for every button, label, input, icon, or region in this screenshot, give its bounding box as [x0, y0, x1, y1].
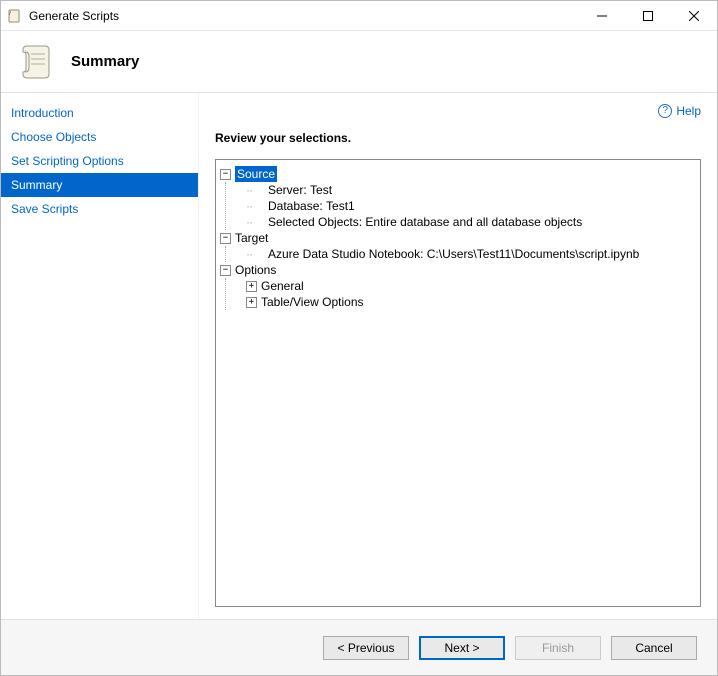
minimize-button[interactable] — [579, 1, 625, 30]
tree-node-general[interactable]: General — [261, 278, 304, 294]
sidebar-item-save-scripts[interactable]: Save Scripts — [1, 197, 198, 221]
tree-leaf-ads-key: Azure Data Studio Notebook — [268, 246, 427, 262]
sidebar-item-introduction[interactable]: Introduction — [1, 101, 198, 125]
tree-leaf-server-key: Server — [268, 182, 310, 198]
help-link[interactable]: Help — [676, 104, 701, 118]
finish-button: Finish — [515, 636, 601, 660]
tree-branch-icon — [246, 214, 268, 230]
tree-branch-icon — [246, 182, 268, 198]
page-title: Summary — [71, 53, 139, 70]
sidebar: Introduction Choose Objects Set Scriptin… — [1, 93, 199, 619]
collapse-icon[interactable]: − — [220, 169, 231, 180]
expand-icon[interactable]: + — [246, 281, 257, 292]
expand-icon[interactable]: + — [246, 297, 257, 308]
maximize-button[interactable] — [625, 1, 671, 30]
instruction-text: Review your selections. — [215, 131, 701, 145]
footer: < Previous Next > Finish Cancel — [1, 619, 717, 675]
sidebar-item-choose-objects[interactable]: Choose Objects — [1, 125, 198, 149]
body: Introduction Choose Objects Set Scriptin… — [1, 93, 717, 619]
script-icon — [17, 42, 57, 82]
window-buttons — [579, 1, 717, 30]
window-title: Generate Scripts — [29, 9, 579, 23]
help-icon: ? — [658, 104, 672, 118]
tree-leaf-database-key: Database — [268, 198, 326, 214]
app-icon — [7, 8, 23, 24]
collapse-icon[interactable]: − — [220, 265, 231, 276]
summary-tree: − Source Server Test Database — [215, 159, 701, 607]
tree-branch-icon — [246, 246, 268, 262]
tree-node-tableview[interactable]: Table/View Options — [261, 294, 364, 310]
tree-leaf-selobj-val: Entire database and all database objects — [365, 214, 582, 230]
tree-node-target[interactable]: Target — [235, 230, 268, 246]
titlebar: Generate Scripts — [1, 1, 717, 31]
tree-branch-icon — [246, 198, 268, 214]
tree-leaf-ads-val: C:\Users\Test11\Documents\script.ipynb — [427, 246, 640, 262]
help-row: ? Help — [215, 101, 701, 121]
tree-node-options[interactable]: Options — [235, 262, 276, 278]
tree-leaf-database-val: Test1 — [326, 198, 355, 214]
tree-leaf-selobj-key: Selected Objects — [268, 214, 365, 230]
next-button[interactable]: Next > — [419, 636, 505, 660]
content: ? Help Review your selections. − Source — [199, 93, 717, 619]
close-button[interactable] — [671, 1, 717, 30]
previous-button[interactable]: < Previous — [323, 636, 409, 660]
tree-node-source[interactable]: Source — [235, 166, 277, 182]
cancel-button[interactable]: Cancel — [611, 636, 697, 660]
sidebar-item-set-scripting-options[interactable]: Set Scripting Options — [1, 149, 198, 173]
collapse-icon[interactable]: − — [220, 233, 231, 244]
sidebar-item-summary[interactable]: Summary — [1, 173, 198, 197]
header: Summary — [1, 31, 717, 93]
tree-leaf-server-val: Test — [310, 182, 332, 198]
